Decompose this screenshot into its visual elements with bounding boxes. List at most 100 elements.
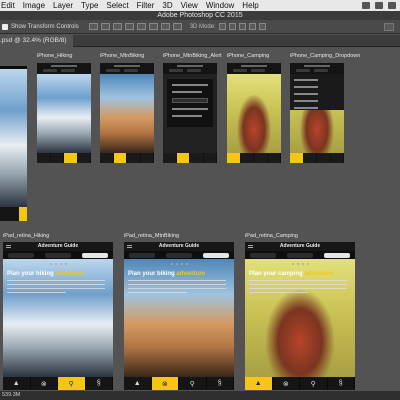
app-header (163, 63, 217, 74)
hiking-tab-icon[interactable]: ⚲ (58, 377, 86, 390)
3d-mode-group: 3D Mode: (190, 23, 266, 30)
fishing-tab-icon[interactable]: § (86, 377, 113, 390)
menu-layer[interactable]: Layer (49, 0, 77, 11)
artboard-label-iphone-camping[interactable]: iPhone_Camping (227, 53, 269, 59)
app-header (37, 63, 91, 74)
headline: Plan your camping adventure (249, 271, 334, 277)
options-bar: Show Transform Controls 3D Mode: (0, 20, 400, 34)
dropdown-menu[interactable] (290, 74, 344, 110)
workspace-icon[interactable] (384, 22, 394, 31)
tab-weather[interactable] (44, 252, 71, 258)
artboard-label-ipad-camping[interactable]: iPad_retina_Camping (245, 233, 298, 239)
biking-tab-icon[interactable]: ⊗ (273, 377, 300, 390)
biking-tab-icon[interactable]: ⊗ (151, 377, 179, 390)
tab-weather[interactable] (286, 252, 313, 258)
menu-window[interactable]: Window (202, 0, 238, 11)
tab-bar (163, 153, 217, 163)
hiking-tab-icon[interactable]: ⚲ (300, 377, 328, 390)
artboard-cut-left[interactable] (0, 66, 27, 221)
app-title-bar: Adobe Photoshop CC 2015 (0, 11, 400, 20)
artboard-label-iphone-camping-dropdown[interactable]: iPhone_Camping_Dropdown (290, 53, 360, 59)
distribute-horizontal-icon[interactable] (172, 23, 182, 30)
3d-roll-icon[interactable] (228, 23, 236, 30)
body-copy (249, 280, 347, 296)
artboard-iphone-camping-dropdown[interactable] (290, 63, 344, 163)
camping-tab-icon[interactable]: ▲ (3, 377, 31, 390)
artboard-label-ipad-mtnbiking[interactable]: iPad_retina_MtnBiking (124, 233, 179, 239)
camping-tab-icon[interactable]: ▲ (245, 377, 273, 390)
headline: Plan your hiking adventure (7, 271, 85, 277)
hero-image: Plan your camping adventure (245, 259, 355, 377)
artboard-ipad-hiking[interactable]: Adventure Guide Plan your hiking adventu… (3, 242, 113, 390)
document-size: 539.3M (2, 392, 21, 398)
show-transform-controls-checkbox[interactable] (2, 23, 8, 30)
distribute-icon[interactable] (160, 23, 170, 30)
hamburger-icon[interactable] (127, 245, 132, 248)
hero-image (37, 74, 91, 153)
menu-view[interactable]: View (177, 0, 202, 11)
tab-food[interactable] (129, 252, 156, 258)
app-header: Adventure Guide (3, 242, 113, 251)
artboard-iphone-mtnbiking[interactable] (100, 63, 154, 163)
tray-app-icon[interactable] (362, 2, 370, 9)
workspace-controls (384, 22, 400, 31)
menu-type[interactable]: Type (77, 0, 102, 11)
align-bottom-icon[interactable] (112, 23, 122, 30)
fishing-tab-icon[interactable]: § (207, 377, 234, 390)
hero-image: Plan your biking adventure (124, 259, 234, 377)
tray-dropbox-icon[interactable] (375, 2, 383, 9)
canvas[interactable]: iPhone_Hiking iPhone_MtnBiking iPhone_Mt… (0, 47, 400, 391)
tab-bar: ▲ ⊗ ⚲ § (3, 377, 113, 390)
3d-scale-icon[interactable] (258, 23, 266, 30)
document-tab[interactable]: .psd @ 32.4% (RGB/8) (0, 35, 73, 47)
headline: Plan your biking adventure (128, 271, 206, 277)
3d-pan-icon[interactable] (238, 23, 246, 30)
artboard-label-iphone-mtnbiking[interactable]: iPhone_MtnBiking (100, 53, 144, 59)
tab-bar (100, 153, 154, 163)
biking-tab-icon[interactable]: ⊗ (31, 377, 58, 390)
alert-dialog[interactable] (167, 79, 213, 127)
align-center-icon[interactable] (136, 23, 146, 30)
align-left-icon[interactable] (124, 23, 134, 30)
tab-food[interactable] (8, 252, 35, 258)
fishing-tab-icon[interactable]: § (328, 377, 355, 390)
artboard-iphone-camping[interactable] (227, 63, 281, 163)
menu-3d[interactable]: 3D (158, 0, 176, 11)
pager-dots (3, 263, 113, 265)
hamburger-icon[interactable] (248, 245, 253, 248)
tab-gear[interactable] (323, 252, 350, 258)
tab-weather[interactable] (165, 252, 192, 258)
hamburger-icon[interactable] (6, 245, 11, 248)
category-tabs (245, 251, 355, 259)
pager-dots (245, 263, 355, 265)
menu-filter[interactable]: Filter (133, 0, 159, 11)
artboard-label-iphone-hiking[interactable]: iPhone_Hiking (37, 53, 72, 59)
align-right-icon[interactable] (148, 23, 158, 30)
tab-gear[interactable] (81, 252, 108, 258)
align-top-icon[interactable] (88, 23, 98, 30)
status-bar: 539.3M (0, 391, 400, 400)
hiking-tab-icon[interactable]: ⚲ (179, 377, 207, 390)
tab-bar: ▲ ⊗ ⚲ § (124, 377, 234, 390)
artboard-label-ipad-hiking[interactable]: iPad_retina_Hiking (3, 233, 49, 239)
menu-edit[interactable]: Edit (0, 0, 19, 11)
menu-help[interactable]: Help (238, 0, 262, 11)
tab-bar (290, 153, 344, 163)
tab-bar (227, 153, 281, 163)
tray-wifi-icon[interactable] (388, 2, 396, 9)
artboard-ipad-mtnbiking[interactable]: Adventure Guide Plan your biking adventu… (124, 242, 234, 390)
3d-slide-icon[interactable] (248, 23, 256, 30)
hero-image: Plan your hiking adventure (3, 259, 113, 377)
3d-orbit-icon[interactable] (218, 23, 226, 30)
artboard-label-iphone-mtnbiking-alert[interactable]: iPhone_MtnBiking_Alert (163, 53, 222, 59)
artboard-iphone-hiking[interactable] (37, 63, 91, 163)
align-middle-icon[interactable] (100, 23, 110, 30)
tab-food[interactable] (250, 252, 277, 258)
camping-tab-icon[interactable]: ▲ (124, 377, 152, 390)
menu-image[interactable]: Image (19, 0, 49, 11)
tab-gear[interactable] (202, 252, 229, 258)
artboard-ipad-camping[interactable]: Adventure Guide Plan your camping advent… (245, 242, 355, 390)
app-title: Adventure Guide (37, 243, 79, 249)
menu-select[interactable]: Select (102, 0, 132, 11)
artboard-iphone-mtnbiking-alert[interactable] (163, 63, 217, 163)
